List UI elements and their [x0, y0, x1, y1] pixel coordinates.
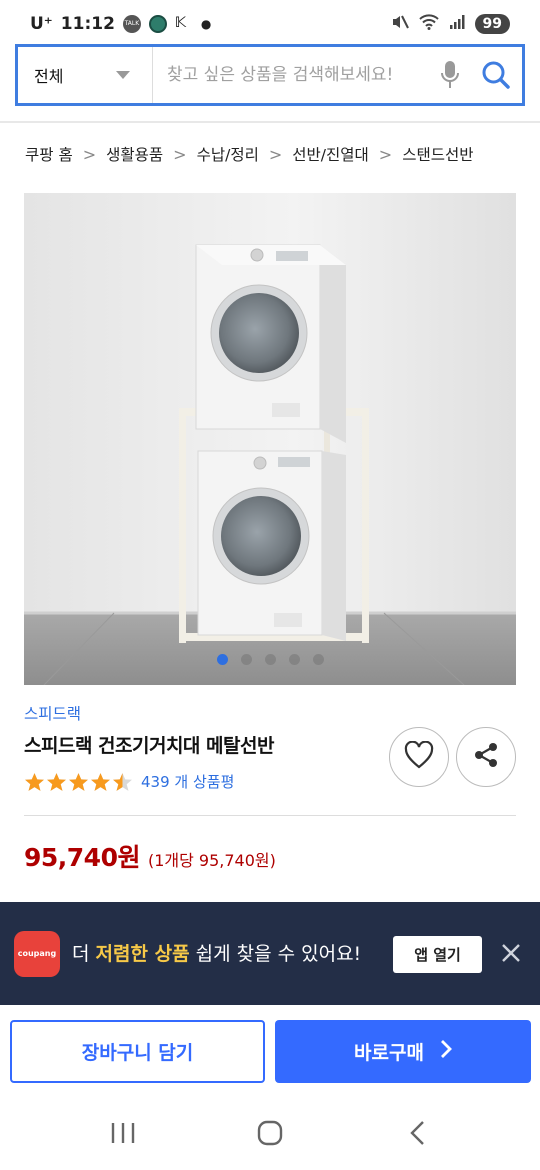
banner-text-prefix: 더 [72, 942, 96, 965]
breadcrumb-home[interactable]: 쿠팡 홈 [25, 143, 73, 165]
battery-indicator: 99 [474, 14, 510, 34]
chevron-right-icon [440, 1039, 452, 1064]
breadcrumb-stand-shelf[interactable]: 스탠드선반 [402, 143, 473, 165]
signal-icon [449, 14, 465, 34]
microphone-icon[interactable] [430, 47, 470, 103]
product-photo [24, 193, 516, 685]
share-icon [472, 741, 500, 773]
star-rating [24, 772, 133, 792]
carousel-pagination [24, 654, 516, 665]
product-title: 스피드랙 건조기거치대 메탈선반 [24, 735, 274, 757]
rating-row[interactable]: 439 개 상품평 [24, 771, 234, 792]
close-banner-button[interactable] [498, 942, 524, 968]
breadcrumb-shelves[interactable]: 선반/진열대 [292, 143, 369, 165]
star-icon [91, 772, 110, 791]
system-navigation-bar [0, 1100, 540, 1170]
star-icon [47, 772, 66, 791]
back-icon [408, 1120, 426, 1150]
buy-now-button[interactable]: 바로구매 [275, 1020, 531, 1083]
search-input[interactable] [153, 47, 430, 103]
search-bar: 전체 [15, 44, 525, 106]
chevron-right-icon: > [378, 144, 393, 164]
carousel-dot[interactable] [312, 654, 324, 665]
brand-link[interactable]: 스피드랙 [24, 702, 81, 724]
status-bar: U⁺ 11:12 TALK 𝕂 ● 99 [0, 0, 540, 48]
add-to-cart-button[interactable]: 장바구니 담기 [10, 1020, 265, 1083]
breadcrumb: 쿠팡 홈 > 생활용품 > 수납/정리 > 선반/진열대 > 스탠드선반 [25, 143, 474, 165]
caret-down-icon [116, 71, 130, 79]
carousel-dot[interactable] [288, 654, 300, 665]
product-image-carousel[interactable] [24, 193, 516, 685]
category-dropdown-label: 전체 [34, 67, 64, 86]
coupang-logo: coupang [14, 930, 60, 977]
search-icon[interactable] [470, 47, 522, 103]
buy-now-label: 바로구매 [354, 1042, 424, 1064]
carousel-dot[interactable] [240, 654, 252, 665]
app-notification-icon [148, 15, 167, 33]
heart-icon [404, 740, 434, 773]
carousel-dot[interactable] [264, 654, 276, 665]
breadcrumb-storage[interactable]: 수납/정리 [197, 143, 259, 165]
back-button[interactable] [387, 1110, 447, 1160]
review-count-link[interactable]: 439 개 상품평 [141, 771, 234, 792]
price-row: 95,740원 (1개당 95,740원) [24, 838, 276, 874]
carousel-dot[interactable] [216, 654, 228, 665]
chevron-right-icon: > [268, 144, 283, 164]
close-icon [501, 943, 521, 967]
star-icon [69, 772, 88, 791]
recent-apps-icon [110, 1121, 136, 1149]
mute-icon [391, 13, 409, 35]
clock: 11:12 [60, 14, 115, 34]
recent-apps-button[interactable] [93, 1110, 153, 1160]
more-notifications-icon: ● [200, 17, 212, 31]
open-app-button[interactable]: 앱 열기 [393, 936, 482, 973]
home-icon [257, 1120, 283, 1150]
add-to-cart-label: 장바구니 담기 [81, 1042, 194, 1064]
unit-price: (1개당 95,740원) [147, 851, 276, 870]
carrier-label: U⁺ [30, 14, 53, 34]
sale-price: 95,740원 [24, 843, 140, 872]
banner-text-highlight: 저렴한 상품 [95, 942, 190, 965]
star-icon [25, 772, 44, 791]
breadcrumb-living-goods[interactable]: 생활용품 [106, 143, 163, 165]
chevron-right-icon: > [82, 144, 97, 164]
banner-text-suffix: 쉽게 찾을 수 있어요! [189, 942, 362, 965]
header-divider [0, 121, 540, 123]
category-dropdown[interactable]: 전체 [18, 47, 153, 103]
status-bar-left: U⁺ 11:12 TALK 𝕂 ● [30, 14, 211, 34]
status-bar-right: 99 [391, 13, 510, 35]
share-button[interactable] [456, 727, 516, 787]
chevron-right-icon: > [173, 144, 187, 164]
star-icon [113, 772, 132, 791]
wishlist-button[interactable] [389, 727, 449, 787]
home-button[interactable] [240, 1110, 300, 1160]
banner-message: 더 저렴한 상품 쉽게 찾을 수 있어요! [72, 936, 372, 972]
network-notification-icon: 𝕂 [174, 15, 186, 31]
kakaotalk-notification-icon: TALK [122, 15, 141, 33]
section-divider [24, 815, 516, 816]
wifi-icon [418, 14, 439, 34]
